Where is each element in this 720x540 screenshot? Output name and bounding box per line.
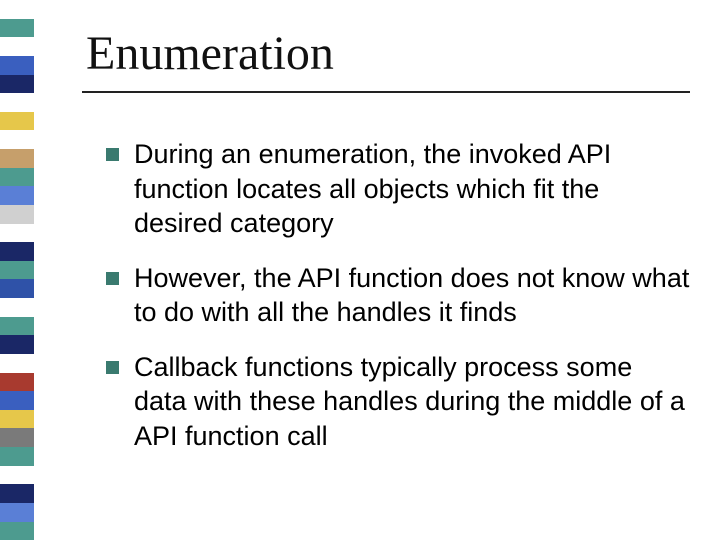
decorative-color-strip [0, 0, 34, 540]
bullet-text: However, the API function does not know … [134, 263, 689, 328]
bullet-item: Callback functions typically process som… [106, 350, 692, 454]
bullet-text: During an enumeration, the invoked API f… [134, 139, 611, 238]
bullet-item: During an enumeration, the invoked API f… [106, 137, 692, 241]
title-underline [82, 91, 690, 93]
square-bullet-icon [106, 272, 119, 285]
slide-content: Enumeration During an enumeration, the i… [86, 26, 692, 473]
square-bullet-icon [106, 361, 119, 374]
square-bullet-icon [106, 148, 119, 161]
bullet-text: Callback functions typically process som… [134, 352, 685, 451]
bullet-list: During an enumeration, the invoked API f… [86, 137, 692, 453]
bullet-item: However, the API function does not know … [106, 261, 692, 330]
slide-title: Enumeration [86, 26, 692, 81]
